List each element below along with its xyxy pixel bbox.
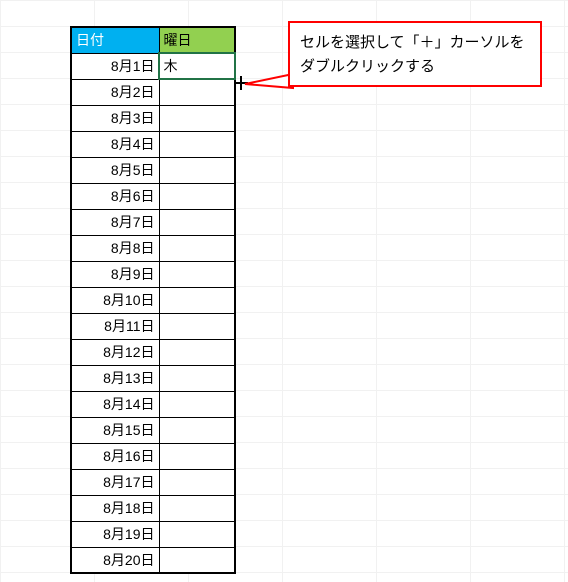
cell-date[interactable]: 8月2日 xyxy=(71,79,159,105)
table-row: 8月10日 xyxy=(71,287,235,313)
cell-day[interactable] xyxy=(159,79,235,105)
cell-day[interactable] xyxy=(159,209,235,235)
table-row: 8月6日 xyxy=(71,183,235,209)
table-row: 8月12日 xyxy=(71,339,235,365)
cell-date[interactable]: 8月18日 xyxy=(71,495,159,521)
cell-day[interactable] xyxy=(159,365,235,391)
cell-day[interactable] xyxy=(159,443,235,469)
instruction-callout: セルを選択して「＋」カーソルを ダブルクリックする xyxy=(288,21,542,87)
cell-day[interactable] xyxy=(159,521,235,547)
cell-date[interactable]: 8月16日 xyxy=(71,443,159,469)
cell-date[interactable]: 8月14日 xyxy=(71,391,159,417)
cell-day[interactable] xyxy=(159,547,235,573)
cell-date[interactable]: 8月1日 xyxy=(71,53,159,79)
cell-date[interactable]: 8月4日 xyxy=(71,131,159,157)
cell-date[interactable]: 8月12日 xyxy=(71,339,159,365)
table-row: 8月14日 xyxy=(71,391,235,417)
cell-date[interactable]: 8月3日 xyxy=(71,105,159,131)
header-day[interactable]: 曜日 xyxy=(159,27,235,53)
table-row: 8月20日 xyxy=(71,547,235,573)
cell-day[interactable] xyxy=(159,183,235,209)
table-row: 8月19日 xyxy=(71,521,235,547)
cell-date[interactable]: 8月5日 xyxy=(71,157,159,183)
table-row: 8月11日 xyxy=(71,313,235,339)
table-row: 8月9日 xyxy=(71,261,235,287)
cell-day[interactable] xyxy=(159,105,235,131)
table-row: 8月5日 xyxy=(71,157,235,183)
cell-date[interactable]: 8月20日 xyxy=(71,547,159,573)
cell-date[interactable]: 8月11日 xyxy=(71,313,159,339)
table-row: 8月2日 xyxy=(71,79,235,105)
cell-day[interactable] xyxy=(159,157,235,183)
cell-date[interactable]: 8月10日 xyxy=(71,287,159,313)
cell-day[interactable] xyxy=(159,313,235,339)
cell-date[interactable]: 8月17日 xyxy=(71,469,159,495)
cell-day[interactable] xyxy=(159,131,235,157)
cell-day-selected[interactable]: 木 xyxy=(159,53,235,79)
table-row: 8月15日 xyxy=(71,417,235,443)
callout-line2: ダブルクリックする xyxy=(300,55,530,79)
table-row: 8月7日 xyxy=(71,209,235,235)
cell-date[interactable]: 8月7日 xyxy=(71,209,159,235)
cell-day[interactable] xyxy=(159,469,235,495)
table-row: 8月17日 xyxy=(71,469,235,495)
callout-tail-icon xyxy=(245,74,293,94)
cell-day[interactable] xyxy=(159,339,235,365)
table-row: 8月18日 xyxy=(71,495,235,521)
callout-line1: セルを選択して「＋」カーソルを xyxy=(300,31,530,55)
cell-day[interactable] xyxy=(159,391,235,417)
table-row: 8月8日 xyxy=(71,235,235,261)
table-body: 8月1日 木 8月2日 8月3日 8月4日 8月5日 8月6日 8月7日 8月8 xyxy=(71,53,235,573)
table-row: 8月1日 木 xyxy=(71,53,235,79)
cell-date[interactable]: 8月13日 xyxy=(71,365,159,391)
cell-day[interactable] xyxy=(159,261,235,287)
cell-day[interactable] xyxy=(159,495,235,521)
table-row: 8月4日 xyxy=(71,131,235,157)
date-table[interactable]: 日付 曜日 8月1日 木 8月2日 8月3日 8月4日 8月5日 8月6日 xyxy=(70,26,236,574)
cell-date[interactable]: 8月15日 xyxy=(71,417,159,443)
header-date[interactable]: 日付 xyxy=(71,27,159,53)
cell-date[interactable]: 8月6日 xyxy=(71,183,159,209)
table-row: 8月16日 xyxy=(71,443,235,469)
cell-day[interactable] xyxy=(159,287,235,313)
cell-date[interactable]: 8月8日 xyxy=(71,235,159,261)
table-header-row: 日付 曜日 xyxy=(71,27,235,53)
table-row: 8月3日 xyxy=(71,105,235,131)
cell-date[interactable]: 8月19日 xyxy=(71,521,159,547)
cell-day[interactable] xyxy=(159,235,235,261)
cell-day[interactable] xyxy=(159,417,235,443)
table-row: 8月13日 xyxy=(71,365,235,391)
cell-date[interactable]: 8月9日 xyxy=(71,261,159,287)
